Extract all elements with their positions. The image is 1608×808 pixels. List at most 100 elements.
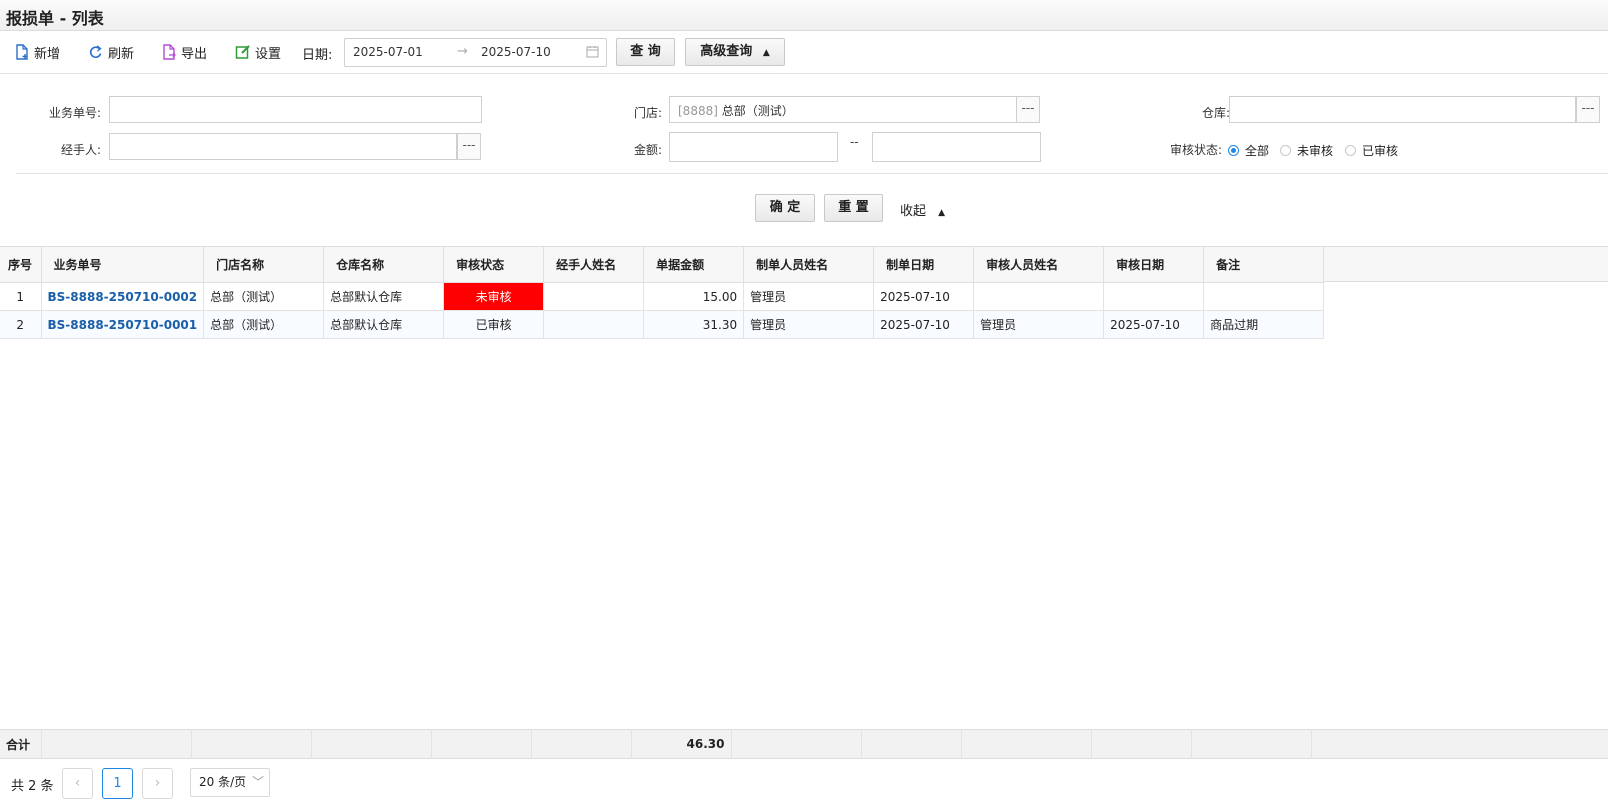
total-empty-cell (961, 730, 1092, 758)
edit-settings-icon (235, 45, 250, 59)
row-index: 2 (0, 310, 42, 339)
chevron-down-icon: ﹀ (251, 775, 264, 789)
page-title: 报损单 - 列表 (6, 9, 104, 28)
warehouse-picker-button[interactable]: --- (1576, 96, 1600, 123)
status-badge: 已审核 (443, 310, 545, 339)
handler-cell (543, 310, 645, 339)
audit-date-cell (1103, 282, 1205, 311)
refresh-icon (89, 45, 102, 58)
advanced-query-label: 高级查询 (700, 44, 753, 59)
audit-date-cell: 2025-07-10 (1103, 310, 1205, 339)
total-empty-cell (1091, 730, 1192, 758)
reset-button[interactable]: 重 置 (824, 194, 883, 222)
total-empty-cell (311, 730, 432, 758)
amount-separator: -- (850, 135, 859, 149)
handler-label: 经手人: (60, 143, 101, 157)
radio-unchecked-icon (1280, 145, 1291, 156)
radio-unchecked-icon (1345, 145, 1356, 156)
export-label: 导出 (181, 46, 208, 62)
title-bar: 报损单 - 列表 (0, 0, 1608, 31)
report-table: 序号 业务单号 门店名称 仓库名称 审核状态 经手人姓名 单据金额 制单人员姓名… (0, 246, 1325, 339)
total-label: 合计 (0, 730, 42, 758)
status-option-audited: 已审核 (1362, 144, 1399, 158)
store-name: 总部（测试） (721, 104, 794, 118)
add-button[interactable]: 新增 (14, 42, 60, 62)
date-range-picker[interactable]: 2025-07-01 → 2025-07-10 (344, 38, 607, 67)
store-picker-button[interactable]: --- (1016, 96, 1040, 123)
store-cell: 总部（测试） (203, 282, 325, 311)
caret-up-icon: ▲ (938, 208, 946, 218)
table-row[interactable]: 2 BS-8888-250710-0001 总部（测试） 总部默认仓库 已审核 … (0, 310, 1325, 339)
chevron-right-icon: › (154, 775, 161, 791)
handler-input[interactable] (109, 133, 457, 160)
total-empty-cell (431, 730, 532, 758)
export-button[interactable]: 导出 (161, 42, 207, 62)
amount-cell: 31.30 (643, 310, 745, 339)
filter-divider (16, 173, 1608, 174)
status-radio-unaudited[interactable]: 未审核 (1280, 142, 1333, 159)
date-from[interactable]: 2025-07-01 (353, 45, 423, 59)
handler-picker-button[interactable]: --- (457, 133, 481, 160)
status-option-all: 全部 (1245, 144, 1270, 158)
status-radio-audited[interactable]: 已审核 (1345, 142, 1398, 159)
total-amount: 46.30 (631, 730, 732, 758)
col-header[interactable]: 单据金额 (643, 246, 745, 283)
col-header[interactable]: 审核日期 (1103, 246, 1205, 283)
amount-from-input[interactable] (669, 132, 838, 162)
total-row: 合计 46.30 (0, 729, 1608, 759)
total-empty-cell (191, 730, 312, 758)
created-date-cell: 2025-07-10 (873, 310, 975, 339)
created-date-cell: 2025-07-10 (873, 282, 975, 311)
date-arrow: → (457, 44, 468, 59)
collapse-toggle[interactable]: 收起 ▲ (900, 200, 945, 219)
col-header[interactable]: 门店名称 (203, 246, 325, 283)
total-empty-cell (41, 730, 192, 758)
auditor-cell: 管理员 (973, 310, 1105, 339)
store-field[interactable]: [8888] 总部（测试） (669, 96, 1017, 123)
col-header[interactable]: 审核人员姓名 (973, 246, 1105, 283)
page-size-select[interactable]: 20 条/页 ﹀ (190, 768, 270, 797)
col-header[interactable]: 经手人姓名 (543, 246, 645, 283)
col-header[interactable]: 业务单号 (41, 246, 205, 283)
col-header[interactable]: 审核状态 (443, 246, 545, 283)
total-empty-cell (1191, 730, 1312, 758)
warehouse-input[interactable] (1229, 96, 1576, 123)
settings-button[interactable]: 设置 (235, 42, 281, 62)
col-header[interactable]: 制单人员姓名 (743, 246, 875, 283)
status-option-unaudited: 未审核 (1297, 144, 1334, 158)
radio-checked-icon (1228, 145, 1239, 156)
total-count: 共 2 条 (11, 779, 54, 794)
total-table-row: 合计 46.30 (0, 730, 1312, 758)
advanced-query-button[interactable]: 高级查询 ▲ (685, 38, 785, 66)
amount-to-input[interactable] (872, 132, 1041, 162)
status-radio-all[interactable]: 全部 (1228, 142, 1269, 159)
store-label: 门店: (633, 106, 662, 120)
table-header-row: 序号 业务单号 门店名称 仓库名称 审核状态 经手人姓名 单据金额 制单人员姓名… (0, 246, 1325, 283)
data-grid: 序号 业务单号 门店名称 仓库名称 审核状态 经手人姓名 单据金额 制单人员姓名… (0, 246, 1608, 339)
total-empty-cell (861, 730, 962, 758)
col-header[interactable]: 仓库名称 (323, 246, 445, 283)
add-label: 新增 (34, 46, 61, 62)
doc-no-link[interactable]: BS-8888-250710-0002 (41, 282, 205, 311)
toolbar: 新增 刷新 导出 设置 日期: 2025-07-01 → 2025-07-10 … (0, 31, 1608, 74)
confirm-button[interactable]: 确 定 (755, 194, 815, 222)
col-header[interactable]: 制单日期 (873, 246, 975, 283)
col-header[interactable]: 备注 (1203, 246, 1325, 283)
calendar-icon[interactable] (586, 45, 599, 58)
query-button[interactable]: 查 询 (616, 38, 675, 66)
doc-no-link[interactable]: BS-8888-250710-0001 (41, 310, 205, 339)
prev-page-button[interactable]: ‹ (62, 768, 93, 799)
auditor-cell (973, 282, 1105, 311)
doc-no-input[interactable] (109, 96, 482, 123)
amount-cell: 15.00 (643, 282, 745, 311)
amount-label: 金额: (633, 143, 662, 157)
page-number-button[interactable]: 1 (102, 768, 133, 799)
total-empty-cell (731, 730, 862, 758)
status-badge: 未审核 (443, 282, 545, 311)
store-code: [8888] (678, 104, 718, 118)
date-to[interactable]: 2025-07-10 (481, 45, 551, 59)
col-header[interactable]: 序号 (0, 246, 42, 283)
refresh-button[interactable]: 刷新 (88, 42, 134, 62)
table-row[interactable]: 1 BS-8888-250710-0002 总部（测试） 总部默认仓库 未审核 … (0, 282, 1325, 311)
next-page-button[interactable]: › (142, 768, 173, 799)
